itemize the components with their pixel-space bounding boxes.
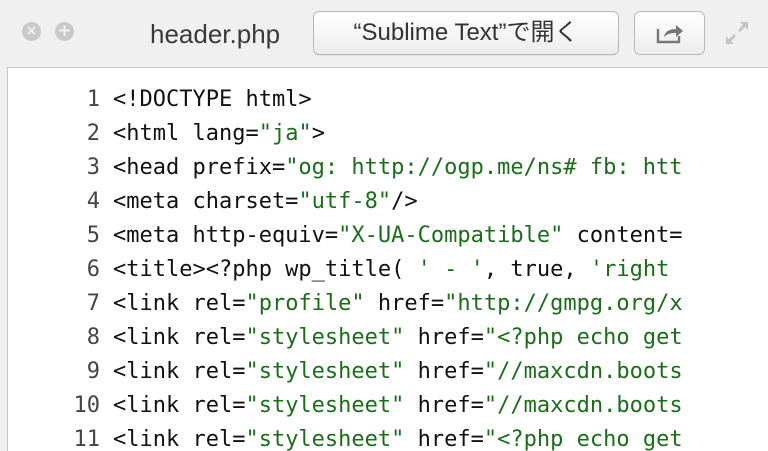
code-line[interactable]: 1 <!DOCTYPE html> (8, 83, 312, 117)
code-token: <meta charset= (113, 189, 299, 214)
line-number: 4 (86, 189, 100, 214)
plus-icon[interactable]: + (55, 22, 74, 41)
string-token: 'right (589, 257, 670, 282)
line-code: <head prefix="og: http://ogp.me/ns# fb: … (113, 151, 683, 185)
close-icon[interactable]: × (22, 22, 41, 41)
code-token: <link rel= (113, 325, 246, 350)
line-code: <link rel="stylesheet" href="<?php echo … (113, 423, 683, 451)
code-token: > (311, 121, 325, 146)
string-token: "X-UA-Compatible" (338, 223, 564, 248)
code-token: <title><?php wp_title( (113, 257, 418, 282)
code-token: <meta http-equiv= (113, 223, 339, 248)
code-token: <head prefix= (113, 155, 286, 180)
code-token: <link rel= (113, 427, 246, 451)
string-token: "http://gmpg.org/x (444, 291, 683, 316)
file-title: header.php (150, 19, 281, 49)
code-line[interactable]: 5 <meta http-equiv="X-UA-Compatible" cont… (8, 219, 683, 253)
line-number: 1 (86, 87, 100, 112)
share-icon (656, 25, 683, 44)
code-token: <!DOCTYPE html> (113, 87, 312, 112)
code-token: /> (391, 189, 418, 214)
code-line[interactable]: 4 <meta charset="utf-8"/> (8, 185, 418, 219)
line-code: <link rel="stylesheet" href="<?php echo … (113, 321, 683, 355)
line-number: 5 (86, 223, 100, 248)
code-line[interactable]: 9 <link rel="stylesheet" href="//maxcdn.b… (8, 355, 683, 389)
string-token: "ja" (258, 121, 312, 146)
line-code: <link rel="profile" href="http://gmpg.or… (113, 287, 683, 321)
line-code: <title><?php wp_title( ' - ', true, 'rig… (113, 253, 669, 287)
line-code: <html lang="ja"> (113, 117, 325, 151)
string-token: "//maxcdn.boots (483, 359, 683, 384)
code-token: , true, (483, 257, 590, 282)
line-number: 8 (86, 325, 100, 350)
code-line[interactable]: 2 <html lang="ja"> (8, 117, 325, 151)
line-code: <link rel="stylesheet" href="//maxcdn.bo… (113, 389, 683, 423)
code-token: content= (563, 223, 683, 248)
code-token: href= (404, 393, 484, 418)
string-token: "<?php echo get (483, 427, 683, 451)
line-number: 11 (73, 427, 101, 451)
string-token: "<?php echo get (483, 325, 683, 350)
code-line[interactable]: 11 <link rel="stylesheet" href="<?php ech… (8, 423, 683, 451)
string-token: ' - ' (417, 257, 484, 282)
code-token: href= (404, 427, 484, 451)
open-in-sublime-button[interactable]: “Sublime Text”で開く (313, 11, 619, 55)
code-line[interactable]: 8 <link rel="stylesheet" href="<?php echo… (8, 321, 683, 355)
share-button[interactable] (634, 11, 705, 55)
code-editor[interactable]: 1 <!DOCTYPE html> 2 <html lang="ja"> 3 <head … (7, 67, 768, 451)
line-code: <link rel="stylesheet" href="//maxcdn.bo… (113, 355, 683, 389)
string-token: "profile" (245, 291, 365, 316)
code-line[interactable]: 10 <link rel="stylesheet" href="//maxcdn.… (8, 389, 683, 423)
string-token: "stylesheet" (245, 359, 405, 384)
line-number: 3 (86, 155, 100, 180)
code-token: <link rel= (113, 359, 246, 384)
code-token: href= (364, 291, 445, 316)
line-number: 2 (86, 121, 100, 146)
line-number: 7 (86, 291, 100, 316)
line-number: 9 (86, 359, 100, 384)
string-token: "utf-8" (298, 189, 392, 214)
code-line[interactable]: 3 <head prefix="og: http://ogp.me/ns# fb:… (8, 151, 683, 185)
string-token: "stylesheet" (245, 427, 405, 451)
string-token: "//maxcdn.boots (483, 393, 683, 418)
code-line[interactable]: 7 <link rel="profile" href="http://gmpg.o… (8, 287, 683, 321)
code-token: href= (404, 359, 484, 384)
line-number: 10 (73, 393, 101, 418)
code-token: href= (404, 325, 484, 350)
code-token: <link rel= (113, 393, 246, 418)
string-token: "og: http://ogp.me/ns# fb: htt (285, 155, 683, 180)
string-token: "stylesheet" (245, 393, 405, 418)
expand-icon[interactable] (722, 18, 752, 48)
line-code: <meta http-equiv="X-UA-Compatible" conte… (113, 219, 683, 253)
toolbar: × + header.php “Sublime Text”で開く (0, 0, 768, 66)
code-line[interactable]: 6 <title><?php wp_title( ' - ', true, 'ri… (8, 253, 670, 287)
line-code: <!DOCTYPE html> (113, 83, 312, 117)
code-token: <html lang= (113, 121, 259, 146)
code-token: <link rel= (113, 291, 246, 316)
line-number: 6 (86, 257, 100, 282)
line-code: <meta charset="utf-8"/> (113, 185, 418, 219)
string-token: "stylesheet" (245, 325, 405, 350)
